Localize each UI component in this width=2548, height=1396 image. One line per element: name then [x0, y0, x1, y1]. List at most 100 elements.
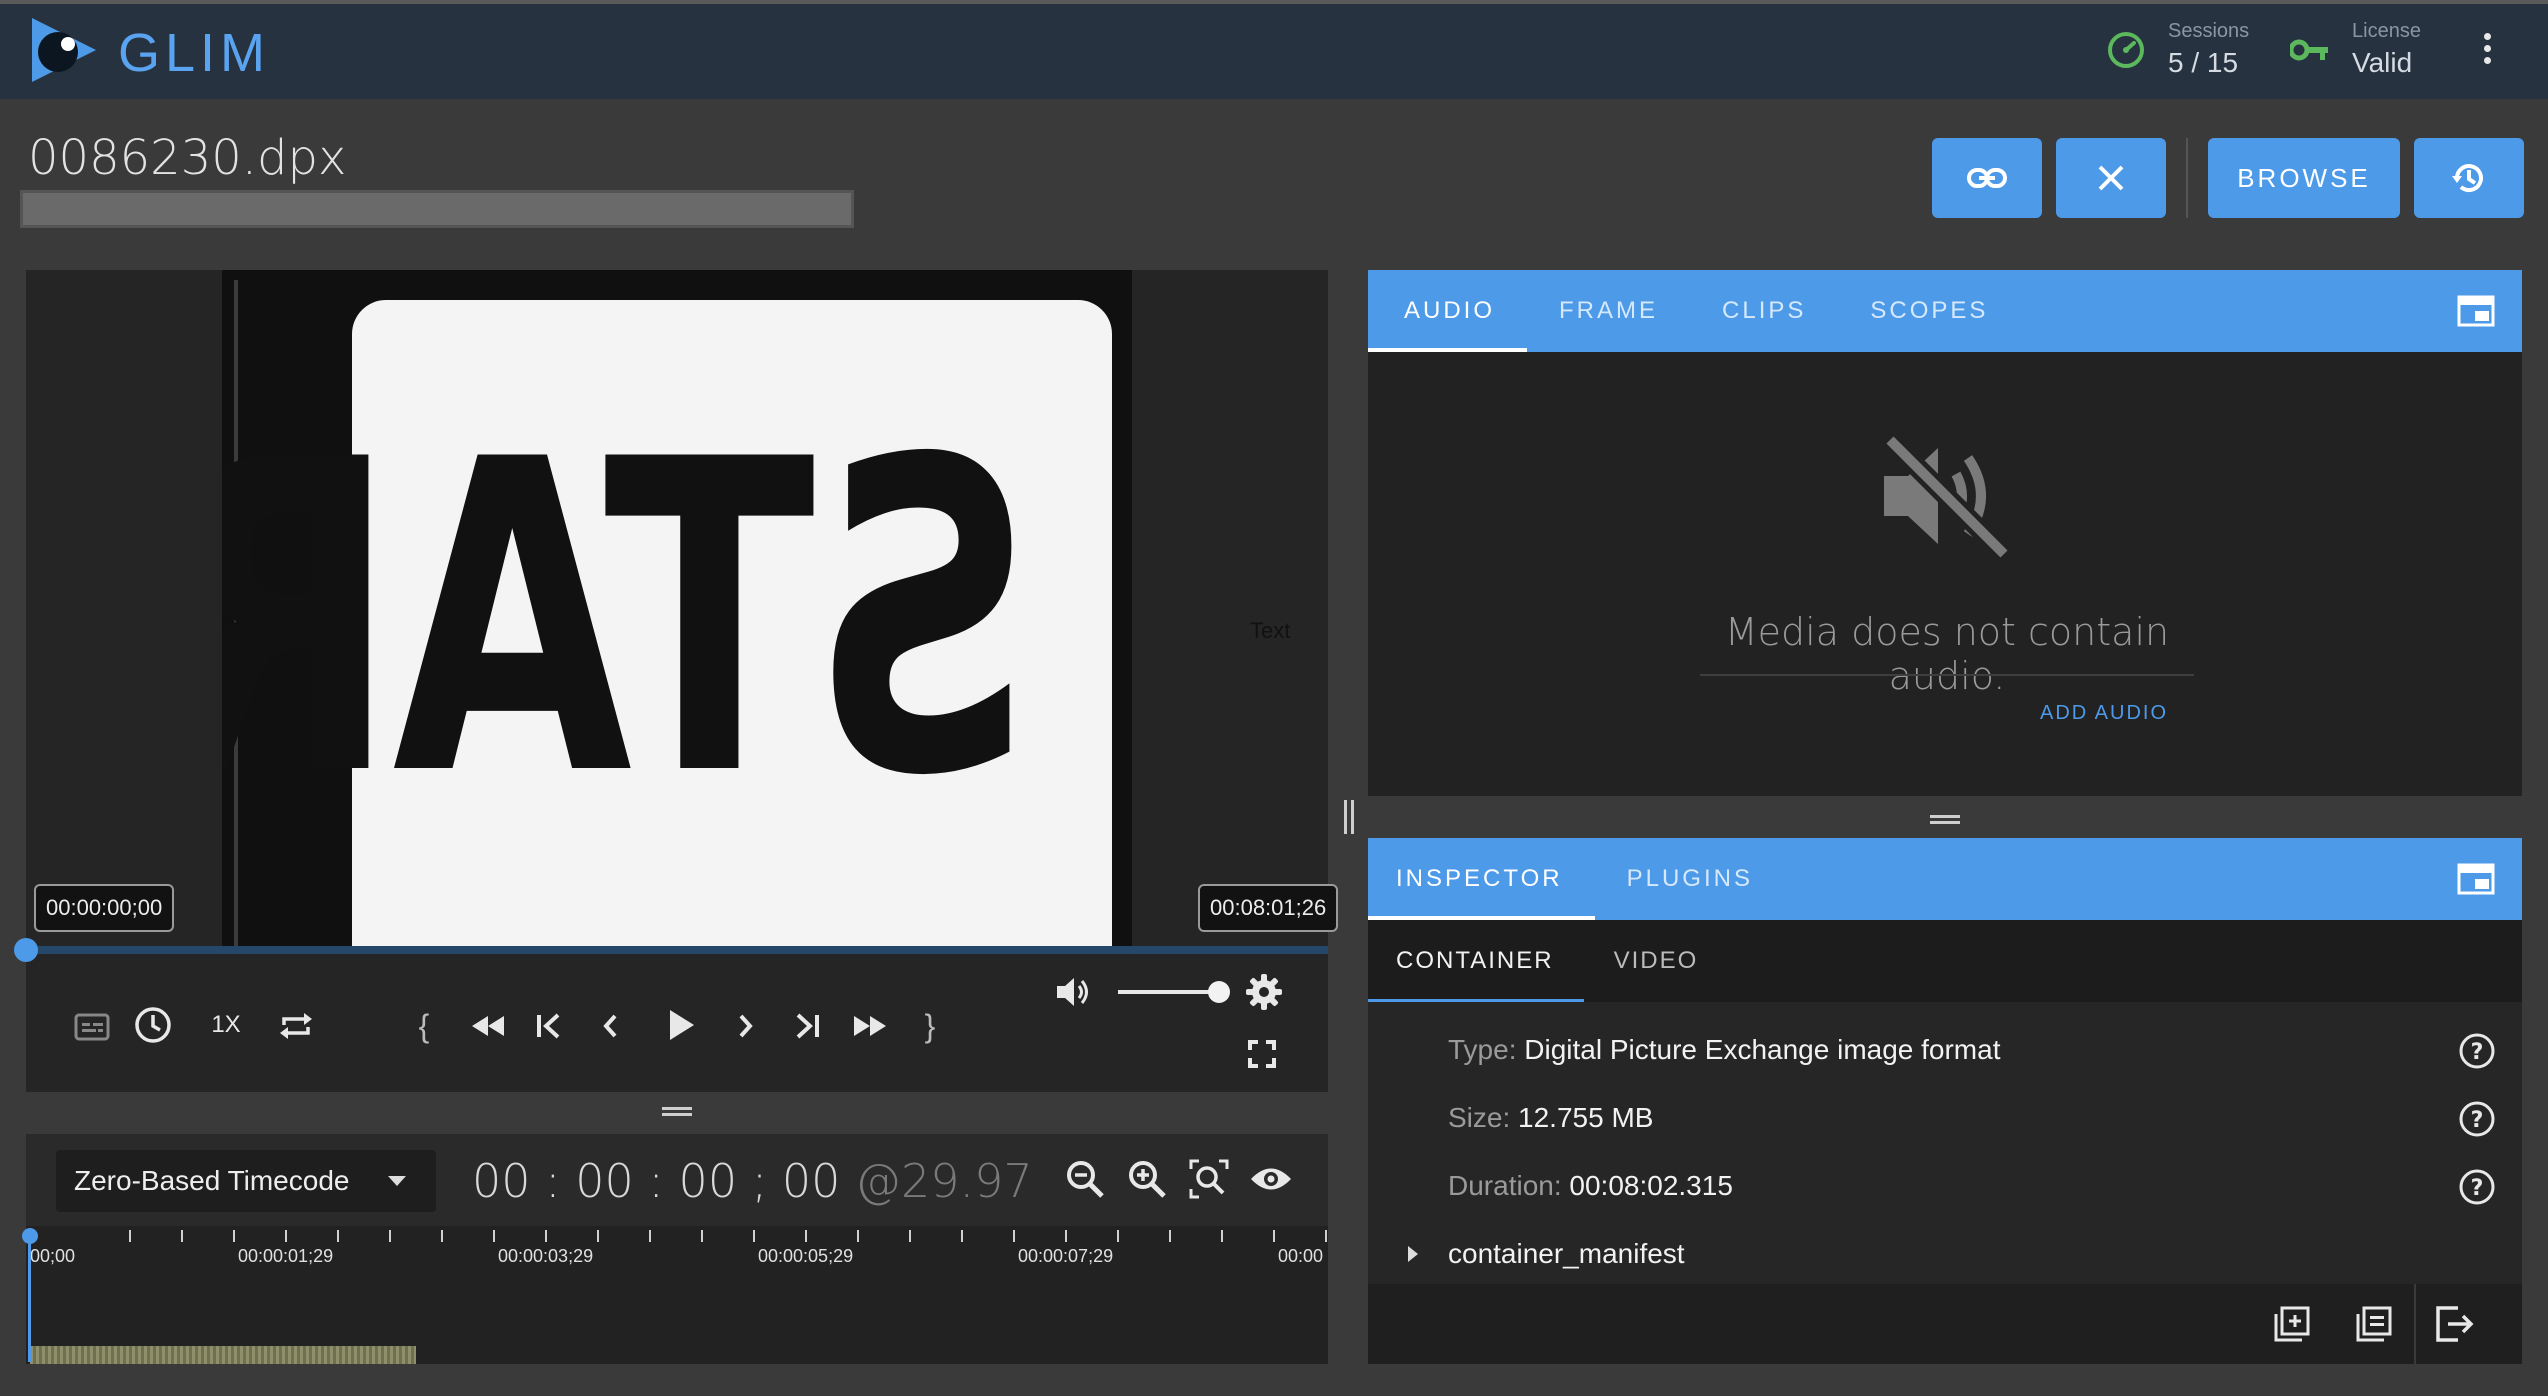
zoom-out-button[interactable] — [1062, 1156, 1108, 1202]
chevron-right-icon — [739, 1014, 753, 1038]
history-button[interactable] — [2414, 138, 2524, 218]
start-timecode: 00:00:00;00 — [34, 884, 175, 932]
copy-icon — [2356, 1306, 2392, 1342]
text-overlay: Text — [1250, 618, 1291, 643]
popout-window-icon — [2457, 295, 2495, 327]
property-value: 12.755 MB — [1518, 1102, 1654, 1133]
ruler-tick-label: 00:00:07;29 — [1018, 1246, 1114, 1266]
header-divider — [2186, 138, 2188, 218]
file-name: 0086230.dpx — [28, 130, 347, 186]
chevron-left-icon — [603, 1014, 617, 1038]
tree-item-label: container_manifest — [1448, 1238, 1685, 1269]
browse-button[interactable]: BROWSE — [2208, 138, 2400, 218]
visibility-button[interactable] — [1246, 1160, 1296, 1198]
subtab-container[interactable]: CONTAINER — [1368, 920, 1584, 1002]
mark-out-button[interactable]: } — [918, 1004, 942, 1048]
ruler-tick-label: 00:00 — [1278, 1246, 1324, 1266]
add-audio-button[interactable]: ADD AUDIO — [2040, 702, 2168, 725]
property-type: Type: Digital Picture Exchange image for… — [1448, 1034, 2000, 1066]
previous-frame-button[interactable] — [590, 1004, 630, 1048]
subtab-video[interactable]: VIDEO — [1584, 920, 1729, 1002]
fullscreen-button[interactable] — [1244, 1036, 1280, 1072]
tab-plugins[interactable]: PLUGINS — [1595, 838, 1785, 920]
property-key: Size: — [1448, 1102, 1511, 1133]
rewind-button[interactable] — [464, 1004, 512, 1048]
mark-in-button[interactable]: { — [412, 1004, 436, 1048]
panels-splitter[interactable] — [1930, 814, 1960, 826]
playhead-handle[interactable] — [22, 1228, 38, 1244]
settings-button[interactable] — [1242, 970, 1286, 1014]
property-size: Size: 12.755 MB — [1448, 1102, 1653, 1134]
sessions-label: Sessions — [2168, 20, 2250, 42]
fast-forward-button[interactable] — [846, 1004, 894, 1048]
property-key: Duration: — [1448, 1170, 1562, 1201]
inspector-panel-popout-button[interactable] — [2456, 862, 2496, 896]
close-file-button[interactable] — [2056, 138, 2166, 218]
tab-clips[interactable]: CLIPS — [1690, 270, 1838, 352]
player-timeline-splitter[interactable] — [662, 1106, 692, 1118]
video-frame[interactable]: START — [222, 270, 1132, 948]
current-timecode: 00 : 00 : 00 ; 00 @29.97 — [472, 1154, 1033, 1208]
message-divider — [1700, 674, 2194, 676]
zoom-fit-button[interactable] — [1186, 1156, 1232, 1202]
tab-frame[interactable]: FRAME — [1527, 270, 1690, 352]
loop-button[interactable] — [274, 1004, 318, 1048]
progress-handle[interactable] — [14, 938, 38, 962]
more-menu-button[interactable] — [2472, 28, 2502, 72]
timecode-toggle-button[interactable] — [130, 1002, 176, 1048]
copy-button[interactable] — [2354, 1304, 2394, 1344]
export-button[interactable] — [2434, 1304, 2478, 1344]
link-icon — [1967, 168, 2007, 188]
progress-track[interactable] — [26, 946, 1328, 954]
skip-to-end-button[interactable] — [786, 1004, 830, 1048]
frame-word: START — [222, 370, 1034, 870]
file-path-bar — [20, 190, 854, 228]
timecode-mode-value: Zero-Based Timecode — [74, 1165, 350, 1196]
end-timecode: 00:08:01;26 — [1198, 884, 1339, 932]
zoom-fit-icon — [1189, 1159, 1229, 1199]
skip-to-start-button[interactable] — [528, 1004, 568, 1048]
help-icon[interactable]: ? — [2458, 1100, 2496, 1138]
popout-window-icon — [2457, 863, 2495, 895]
zoom-in-button[interactable] — [1124, 1156, 1170, 1202]
license-label: License — [2352, 20, 2421, 42]
eye-icon — [1251, 1168, 1291, 1190]
captions-button[interactable] — [70, 1005, 114, 1049]
key-icon — [2288, 38, 2330, 62]
expand-arrow-icon[interactable] — [1408, 1246, 1418, 1262]
ruler-tick-label: 00;00 — [30, 1246, 76, 1266]
help-icon[interactable]: ? — [2458, 1168, 2496, 1206]
export-icon — [2436, 1306, 2474, 1342]
volume-slider-handle[interactable] — [1208, 981, 1230, 1003]
zoom-out-icon — [1067, 1161, 1104, 1198]
volume-button[interactable] — [1052, 972, 1096, 1012]
volume-up-icon — [1057, 978, 1088, 1006]
copy-add-button[interactable] — [2272, 1304, 2312, 1344]
help-icon[interactable]: ? — [2458, 1032, 2496, 1070]
glim-logo-icon[interactable] — [28, 14, 100, 86]
timeline-clip[interactable] — [30, 1346, 416, 1364]
playhead[interactable] — [28, 1232, 31, 1362]
volume-off-icon — [1876, 426, 2016, 566]
inspector-subtabs: CONTAINER VIDEO — [1368, 920, 2522, 1002]
more-vert-icon — [2483, 33, 2491, 40]
sessions-stat: Sessions 5 / 15 — [2168, 20, 2249, 79]
tab-audio[interactable]: AUDIO — [1368, 270, 1528, 352]
skip-previous-icon — [537, 1013, 560, 1039]
next-frame-button[interactable] — [726, 1004, 766, 1048]
ruler-tick-label: 00:00:05;29 — [758, 1246, 854, 1266]
tree-item-container-manifest[interactable]: container_manifest — [1408, 1238, 1685, 1270]
play-button[interactable] — [656, 1000, 706, 1050]
tab-inspector[interactable]: INSPECTOR — [1368, 838, 1595, 920]
audio-panel-popout-button[interactable] — [2456, 294, 2496, 328]
timecode-mode-select[interactable]: Zero-Based Timecode — [56, 1150, 436, 1212]
ruler-tick-label: 00:00:01;29 — [238, 1246, 334, 1266]
tab-scopes[interactable]: SCOPES — [1838, 270, 2020, 352]
copy-link-button[interactable] — [1932, 138, 2042, 218]
volume-slider-track[interactable] — [1118, 990, 1218, 994]
playback-speed-button[interactable]: 1X — [200, 1005, 252, 1045]
timeline-ruler[interactable] — [26, 1226, 1328, 1286]
column-splitter[interactable] — [1344, 800, 1356, 834]
ruler-tick-label: 00:00:03;29 — [498, 1246, 594, 1266]
svg-text:?: ? — [2471, 1108, 2484, 1133]
